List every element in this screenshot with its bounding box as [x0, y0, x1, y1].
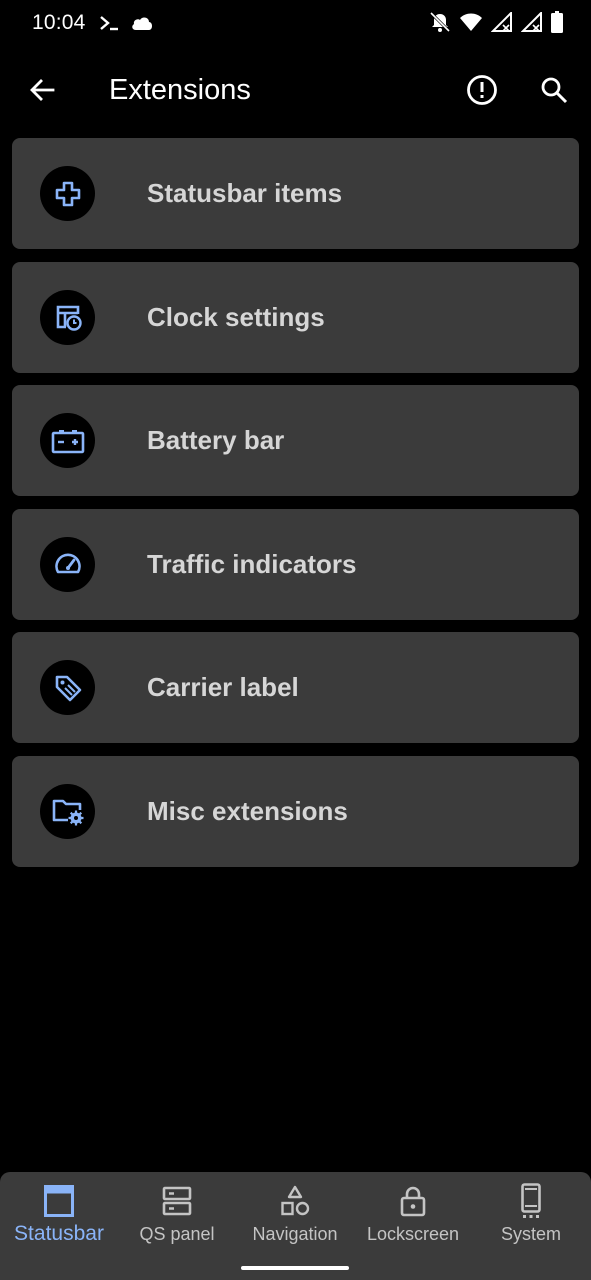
battery-bar-card[interactable]: Battery bar: [12, 385, 579, 497]
nav-label: System: [500, 1224, 561, 1244]
battery-charging-icon: [40, 413, 95, 469]
qs-panel-icon: [118, 1184, 236, 1218]
card-label: Clock settings: [147, 301, 325, 332]
nav-item-system[interactable]: System: [472, 1172, 590, 1262]
extensions-list: Statusbar items Clock settings Battery b…: [12, 138, 579, 880]
folder-settings-icon: [40, 783, 95, 839]
search-icon: [540, 76, 568, 109]
signal-icon: [490, 10, 513, 37]
status-icons: [429, 10, 563, 38]
page-title: Extensions: [109, 74, 251, 106]
nav-label: QS panel: [139, 1224, 215, 1244]
battery-icon: [551, 10, 563, 38]
nav-item-qs-panel[interactable]: QS panel: [118, 1172, 236, 1262]
nav-label: Lockscreen: [366, 1224, 460, 1244]
info-button[interactable]: [460, 70, 504, 114]
signal-icon: [520, 10, 543, 37]
card-label: Carrier label: [147, 672, 299, 703]
wifi-icon: [459, 12, 483, 37]
carrier-label-card[interactable]: Carrier label: [12, 632, 579, 744]
statusbar-items-card[interactable]: Statusbar items: [12, 138, 579, 249]
card-label: Battery bar: [147, 425, 285, 456]
speed-gauge-icon: [40, 536, 95, 592]
navigation-shapes-icon: [236, 1184, 354, 1218]
statusbar-icon: [0, 1184, 118, 1218]
arrow-back-icon: [28, 76, 56, 109]
status-bar: 10:04: [0, 0, 591, 48]
tag-icon: [40, 660, 95, 716]
add-box-icon: [40, 166, 95, 221]
bottom-navigation: Statusbar QS panel Navigation Lockscreen…: [0, 1172, 591, 1280]
card-label: Traffic indicators: [147, 548, 357, 579]
schedule-calendar-icon: [40, 289, 95, 345]
card-label: Misc extensions: [147, 795, 348, 826]
nav-item-lockscreen[interactable]: Lockscreen: [354, 1172, 472, 1262]
terminal-icon: [98, 12, 120, 34]
info-icon: [466, 74, 498, 111]
misc-extensions-card[interactable]: Misc extensions: [12, 755, 579, 867]
card-label: Statusbar items: [147, 178, 343, 208]
nav-item-statusbar[interactable]: Statusbar: [0, 1172, 118, 1262]
nav-item-navigation[interactable]: Navigation: [236, 1172, 354, 1262]
search-button[interactable]: [532, 70, 576, 114]
lock-icon: [354, 1184, 472, 1218]
phone-icon: [472, 1183, 590, 1218]
traffic-indicators-card[interactable]: Traffic indicators: [12, 508, 579, 620]
status-time: 10:04: [32, 11, 86, 34]
back-button[interactable]: [20, 70, 64, 114]
nav-label: Navigation: [252, 1224, 338, 1244]
notifications-off-icon: [429, 11, 451, 38]
clock-settings-card[interactable]: Clock settings: [12, 261, 579, 373]
home-indicator[interactable]: [241, 1266, 349, 1270]
nav-label: Statusbar: [14, 1222, 104, 1245]
cloud-icon: [130, 12, 154, 34]
app-bar: Extensions: [0, 56, 591, 126]
